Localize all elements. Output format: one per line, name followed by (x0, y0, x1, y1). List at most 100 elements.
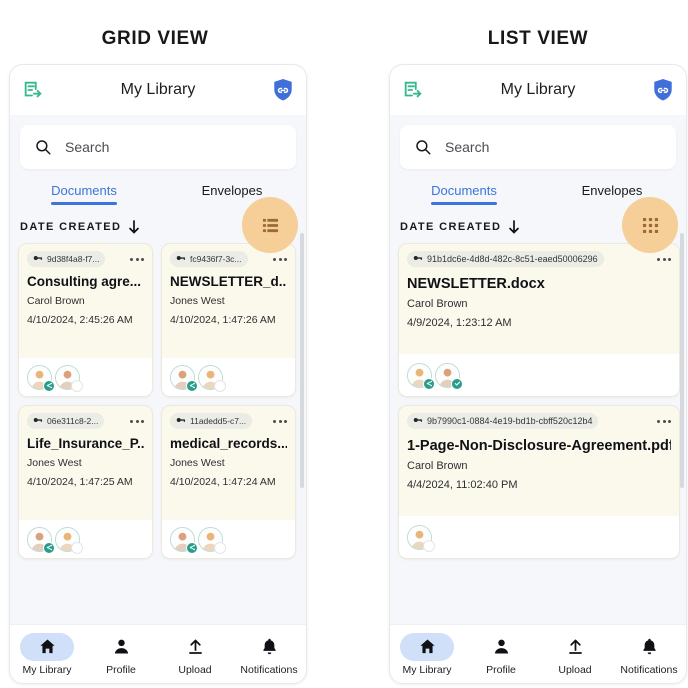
view-toggle-button[interactable] (622, 197, 678, 253)
card-participants (19, 358, 152, 396)
avatar[interactable] (27, 364, 55, 392)
document-id: fc9436f7-3c... (190, 254, 242, 264)
screenshot-root: GRID VIEW LIST VIEW My Library Search Do… (0, 0, 688, 688)
document-id-badge: 11adedd5-c7... (170, 413, 253, 429)
document-date: 4/10/2024, 2:45:26 AM (27, 314, 133, 326)
sort-label[interactable]: DATE CREATED (400, 221, 501, 233)
nav-label: My Library (22, 663, 72, 676)
document-card[interactable]: 91b1dc6e-4d8d-482c-8c51-eaed50006296 NEWS… (398, 243, 680, 397)
upload-icon (168, 633, 222, 661)
card-menu-button[interactable] (124, 257, 144, 261)
content-area: Search Documents Envelopes DATE CREATED (390, 115, 686, 624)
avatar[interactable] (170, 364, 198, 392)
document-card[interactable]: 9b7990c1-0884-4e19-bd1b-cbff520c12b4 1-Pa… (398, 405, 680, 559)
avatar[interactable] (170, 526, 198, 554)
document-card[interactable]: 06e311c8-2... Life_Insurance_P... Jones We… (18, 405, 153, 559)
grid-card-container: 9d38f4a8-f7... Consulting agre... Carol Br… (10, 243, 306, 559)
view-toggle-button[interactable] (242, 197, 298, 253)
nav-item-profile[interactable]: Profile (84, 633, 158, 676)
card-id-row: 06e311c8-2... (27, 413, 144, 429)
page-title: My Library (120, 81, 196, 98)
document-id-badge: 91b1dc6e-4d8d-482c-8c51-eaed50006296 (407, 251, 604, 267)
avatar[interactable] (55, 364, 83, 392)
shield-link-icon[interactable] (272, 78, 294, 102)
page-title: My Library (500, 81, 576, 98)
nav-item-upload[interactable]: Upload (538, 633, 612, 676)
tab-documents[interactable]: Documents (10, 183, 158, 205)
card-body: 9b7990c1-0884-4e19-bd1b-cbff520c12b4 1-Pa… (399, 406, 679, 516)
shared-badge-icon (186, 379, 198, 392)
card-participants (162, 358, 295, 396)
nav-label: My Library (402, 663, 452, 676)
card-body: fc9436f7-3c... NEWSLETTER_d... Jones West 4… (162, 244, 295, 358)
search-input[interactable]: Search (400, 125, 676, 169)
avatar[interactable] (198, 364, 226, 392)
card-menu-button[interactable] (124, 419, 144, 423)
search-placeholder: Search (445, 139, 490, 155)
nav-item-my-library[interactable]: My Library (10, 632, 84, 676)
shield-link-icon[interactable] (652, 78, 674, 102)
search-placeholder: Search (65, 139, 110, 155)
search-icon (34, 138, 52, 156)
shared-badge-icon (43, 379, 55, 392)
document-author: Jones West (170, 295, 225, 307)
key-icon (33, 415, 43, 427)
nav-label: Profile (486, 663, 516, 676)
avatar[interactable] (407, 524, 435, 552)
person-icon (94, 633, 148, 661)
arrow-down-icon[interactable] (507, 219, 521, 235)
vertical-scrollbar[interactable] (300, 233, 304, 488)
nav-item-upload[interactable]: Upload (158, 633, 232, 676)
card-participants (19, 520, 152, 558)
bottom-navigation: My Library Profile Upload Notifications (10, 624, 306, 683)
avatar[interactable] (407, 362, 435, 390)
list-view-icon (262, 217, 279, 234)
tab-documents[interactable]: Documents (390, 183, 538, 205)
vertical-scrollbar[interactable] (680, 233, 684, 488)
search-icon (414, 138, 432, 156)
pending-badge-icon (423, 539, 435, 552)
document-author: Jones West (170, 457, 225, 469)
shared-badge-icon (43, 541, 55, 554)
document-card[interactable]: 9d38f4a8-f7... Consulting agre... Carol Br… (18, 243, 153, 397)
card-participants (399, 354, 679, 396)
document-card[interactable]: fc9436f7-3c... NEWSLETTER_d... Jones West 4… (161, 243, 296, 397)
document-id: 91b1dc6e-4d8d-482c-8c51-eaed50006296 (427, 254, 598, 264)
document-id-badge: 06e311c8-2... (27, 413, 105, 429)
card-menu-button[interactable] (267, 419, 287, 423)
avatar[interactable] (435, 362, 463, 390)
nav-item-notifications[interactable]: Notifications (612, 633, 686, 676)
card-menu-button[interactable] (267, 257, 287, 261)
card-menu-button[interactable] (651, 419, 671, 423)
document-card[interactable]: 11adedd5-c7... medical_records... Jones We… (161, 405, 296, 559)
sort-label[interactable]: DATE CREATED (20, 221, 121, 233)
card-participants (162, 520, 295, 558)
avatar[interactable] (55, 526, 83, 554)
document-title: Life_Insurance_P... (27, 436, 144, 451)
shared-badge-icon (423, 377, 435, 390)
card-body: 06e311c8-2... Life_Insurance_P... Jones We… (19, 406, 152, 520)
nav-label: Upload (558, 663, 592, 676)
search-section: Search (390, 115, 686, 169)
document-export-icon[interactable] (402, 79, 424, 101)
app-bar: My Library (10, 65, 306, 115)
bell-icon (622, 633, 676, 661)
card-id-row: 9d38f4a8-f7... (27, 251, 144, 267)
document-date: 4/10/2024, 1:47:26 AM (170, 314, 276, 326)
nav-item-profile[interactable]: Profile (464, 633, 538, 676)
key-icon (33, 253, 43, 265)
document-export-icon[interactable] (22, 79, 44, 101)
grid-view-caption: GRID VIEW (101, 28, 209, 49)
document-author: Jones West (27, 457, 82, 469)
avatar[interactable] (27, 526, 55, 554)
upload-icon (548, 633, 602, 661)
card-menu-button[interactable] (651, 257, 671, 261)
nav-item-my-library[interactable]: My Library (390, 632, 464, 676)
avatar[interactable] (198, 526, 226, 554)
arrow-down-icon[interactable] (127, 219, 141, 235)
nav-item-notifications[interactable]: Notifications (232, 633, 306, 676)
document-title: 1-Page-Non-Disclosure-Agreement.pdf (407, 438, 671, 454)
search-input[interactable]: Search (20, 125, 296, 169)
sort-row: DATE CREATED (10, 197, 306, 253)
nav-label: Notifications (240, 663, 298, 676)
